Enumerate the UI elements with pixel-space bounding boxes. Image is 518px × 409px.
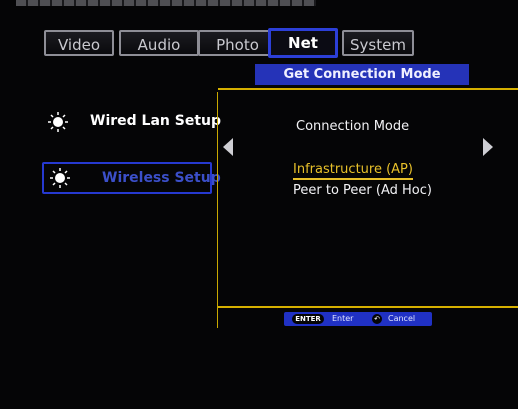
vertical-divider [217,92,218,328]
tab-photo[interactable]: Photo [198,30,277,56]
enter-hint: Enter [332,314,354,323]
option-peer-to-peer[interactable]: Peer to Peer (Ad Hoc) [293,183,432,198]
connection-mode-label: Connection Mode [296,119,410,134]
tab-system[interactable]: System [342,30,414,56]
panel-bottom-divider [218,306,518,308]
hint-bar: ENTER Enter ↶ Cancel [284,312,432,326]
option-label: Infrastructure (AP) [293,162,413,177]
return-icon: ↶ [372,314,382,324]
menu-item-label: Wireless Setup [102,170,221,186]
sun-icon [48,112,68,132]
selection-underline [293,178,413,180]
panel-header: Get Connection Mode [255,64,469,85]
menu-item-wireless-setup[interactable]: Wireless Setup [42,162,221,194]
tab-video[interactable]: Video [44,30,114,56]
option-label: Peer to Peer (Ad Hoc) [293,183,432,198]
panel-top-divider [218,88,518,90]
option-infrastructure[interactable]: Infrastructure (AP) [293,162,413,180]
tab-audio[interactable]: Audio [119,30,199,56]
arrow-left-icon[interactable] [223,138,233,156]
cancel-hint: Cancel [388,314,416,323]
menu-item-label: Wired Lan Setup [90,113,222,129]
tab-net[interactable]: Net [268,28,338,58]
top-decoration [16,0,316,6]
enter-key-icon: ENTER [292,314,324,324]
sun-icon [50,168,70,188]
arrow-right-icon[interactable] [483,138,493,156]
